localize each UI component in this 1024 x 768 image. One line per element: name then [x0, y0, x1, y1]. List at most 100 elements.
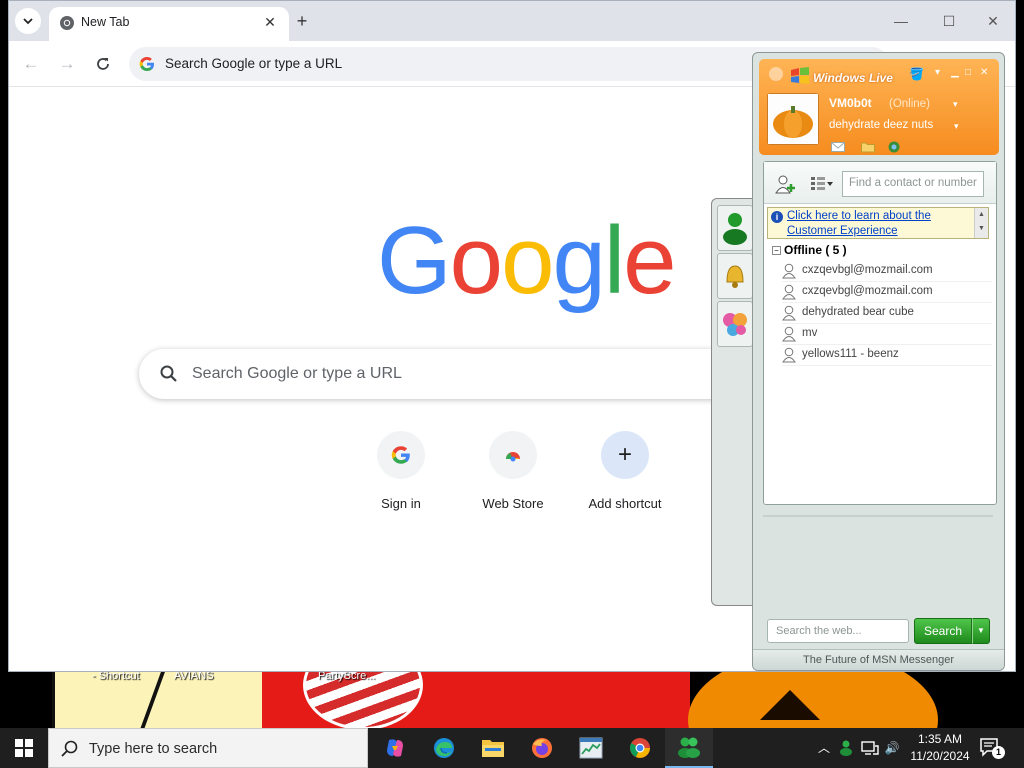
show-hidden-icons-button[interactable]: ︿	[814, 738, 834, 758]
messenger-side-tabs	[711, 198, 755, 606]
network-icon-glyph	[861, 741, 879, 755]
menu-dropdown-icon[interactable]: ▾	[935, 67, 940, 78]
messenger-window: Windows Live 🪣 ▾ ▁ □ ✕ VM0b0t (Online) ▾…	[752, 52, 1005, 671]
close-tab-icon[interactable]: ✕	[261, 13, 279, 31]
minimize-icon[interactable]: ▁	[951, 67, 959, 78]
maximize-button[interactable]: ☐	[929, 9, 969, 33]
contact-name: yellows111 - beenz	[802, 348, 899, 360]
offline-contact-icon	[782, 305, 796, 321]
chrome-icon	[630, 738, 650, 758]
contact-row[interactable]: dehydrated bear cube	[782, 303, 992, 324]
task-manager-icon	[579, 737, 603, 759]
collapse-icon[interactable]: −	[772, 246, 781, 255]
group-name: Offline ( 5 )	[784, 243, 847, 257]
minimize-button[interactable]: —	[881, 9, 921, 33]
personal-message[interactable]: dehydrate deez nuts	[829, 119, 933, 131]
logo-letter: G	[377, 207, 452, 314]
shortcut-label: Add shortcut	[588, 496, 662, 511]
start-button[interactable]	[0, 728, 48, 768]
offline-contact-icon	[782, 263, 796, 279]
paint-bucket-icon[interactable]: 🪣	[909, 67, 924, 81]
logo-letter: o	[449, 207, 503, 314]
shortcut-add[interactable]: + Add shortcut	[570, 431, 680, 511]
chrome-webstore-icon	[506, 452, 520, 462]
shortcut-web-store[interactable]: Web Store	[458, 431, 568, 511]
taskbar-app-task-manager[interactable]	[567, 728, 615, 768]
taskbar-app-messenger[interactable]	[665, 728, 713, 768]
network-icon[interactable]	[860, 738, 880, 758]
display-picture-pumpkin[interactable]	[767, 93, 819, 145]
list-view-icon[interactable]	[810, 176, 834, 192]
web-search-input[interactable]: Search the web...	[767, 619, 909, 643]
panel-divider	[763, 515, 993, 517]
status-dropdown-icon[interactable]: ▾	[953, 99, 958, 110]
taskbar-app-copilot[interactable]	[371, 728, 419, 768]
shortcut-icon-circle: +	[601, 431, 649, 479]
shortcut-sign-in[interactable]: Sign in	[346, 431, 456, 511]
web-search-button[interactable]: Search	[914, 618, 972, 644]
contact-row[interactable]: yellows111 - beenz	[782, 345, 992, 366]
pm-dropdown-icon[interactable]: ▾	[954, 121, 959, 132]
taskbar-search-box[interactable]: Type here to search	[48, 728, 368, 768]
close-icon[interactable]: ✕	[980, 67, 988, 78]
side-tab-alerts[interactable]	[717, 253, 753, 299]
logo-letter: l	[603, 207, 625, 314]
pumpkin-avatar-icon	[768, 94, 818, 144]
display-name[interactable]: VM0b0t	[829, 96, 872, 110]
contact-name: cxzqevbgl@mozmail.com	[802, 264, 933, 276]
back-button[interactable]: ←	[19, 52, 43, 76]
offline-group-header[interactable]: − Offline ( 5 )	[772, 243, 847, 257]
tab-new-tab[interactable]: New Tab ✕	[49, 7, 289, 41]
google-search-box[interactable]: Search Google or type a URL	[139, 349, 759, 399]
banner-scrollbar[interactable]: ▲ ▼	[974, 208, 988, 238]
tray-messenger-icon[interactable]	[836, 738, 856, 758]
messenger-icon	[678, 737, 700, 758]
shortcut-icon-circle	[489, 431, 537, 479]
shortcut-icon-circle	[377, 431, 425, 479]
maximize-icon[interactable]: □	[965, 67, 971, 78]
chrome-favicon-icon	[60, 16, 74, 30]
taskbar-app-edge[interactable]	[420, 728, 468, 768]
taskbar-clock[interactable]: 1:35 AM 11/20/2024	[905, 731, 975, 765]
notification-center-button[interactable]: 1	[980, 738, 1006, 760]
clock-date: 11/20/2024	[910, 749, 970, 763]
reload-button[interactable]	[91, 52, 115, 76]
taskbar-app-firefox[interactable]	[518, 728, 566, 768]
back-arrow-icon[interactable]	[769, 67, 783, 81]
mail-icon[interactable]	[831, 141, 845, 153]
taskbar-app-chrome[interactable]	[616, 728, 664, 768]
add-contact-icon[interactable]	[774, 174, 798, 194]
bell-icon	[726, 265, 744, 288]
windows-live-icon[interactable]	[887, 141, 901, 153]
contact-search-input[interactable]: Find a contact or number	[842, 171, 984, 197]
customer-experience-link[interactable]: Click here to learn about the Customer E…	[787, 209, 977, 239]
tab-search-button[interactable]	[15, 8, 41, 34]
close-window-button[interactable]: ✕	[973, 9, 1013, 33]
folder-icon[interactable]	[861, 141, 875, 153]
search-icon	[160, 365, 177, 382]
contact-row[interactable]: cxzqevbgl@mozmail.com	[782, 282, 992, 303]
offline-contact-icon	[782, 347, 796, 363]
status-text[interactable]: (Online)	[889, 98, 930, 110]
messenger-title: Windows Live	[813, 71, 893, 85]
forward-button[interactable]: →	[55, 52, 79, 76]
search-dropdown-icon[interactable]: ▼	[972, 618, 990, 644]
messenger-tray-icon	[840, 740, 852, 756]
taskbar: Type here to search ︿ 🔊 1:35 AM 11/20/20…	[0, 728, 1024, 768]
new-tab-button[interactable]: +	[291, 10, 313, 32]
address-bar-text: Search Google or type a URL	[165, 56, 343, 71]
contact-list-toolbar: Find a contact or number	[764, 162, 996, 204]
contact-row[interactable]: mv	[782, 324, 992, 345]
side-tab-spaces[interactable]	[717, 301, 753, 347]
tab-strip: New Tab ✕ + — ☐ ✕	[9, 1, 1015, 41]
tab-title: New Tab	[81, 15, 130, 29]
windows-flag-icon	[791, 67, 809, 84]
copilot-icon	[387, 739, 403, 757]
shortcut-label: Web Store	[482, 496, 544, 511]
contact-row[interactable]: cxzqevbgl@mozmail.com	[782, 261, 992, 282]
side-tab-contacts[interactable]	[717, 205, 753, 251]
reload-icon	[97, 58, 109, 70]
volume-icon[interactable]: 🔊	[882, 738, 902, 758]
taskbar-app-file-explorer[interactable]	[469, 728, 517, 768]
file-explorer-icon	[482, 740, 504, 757]
